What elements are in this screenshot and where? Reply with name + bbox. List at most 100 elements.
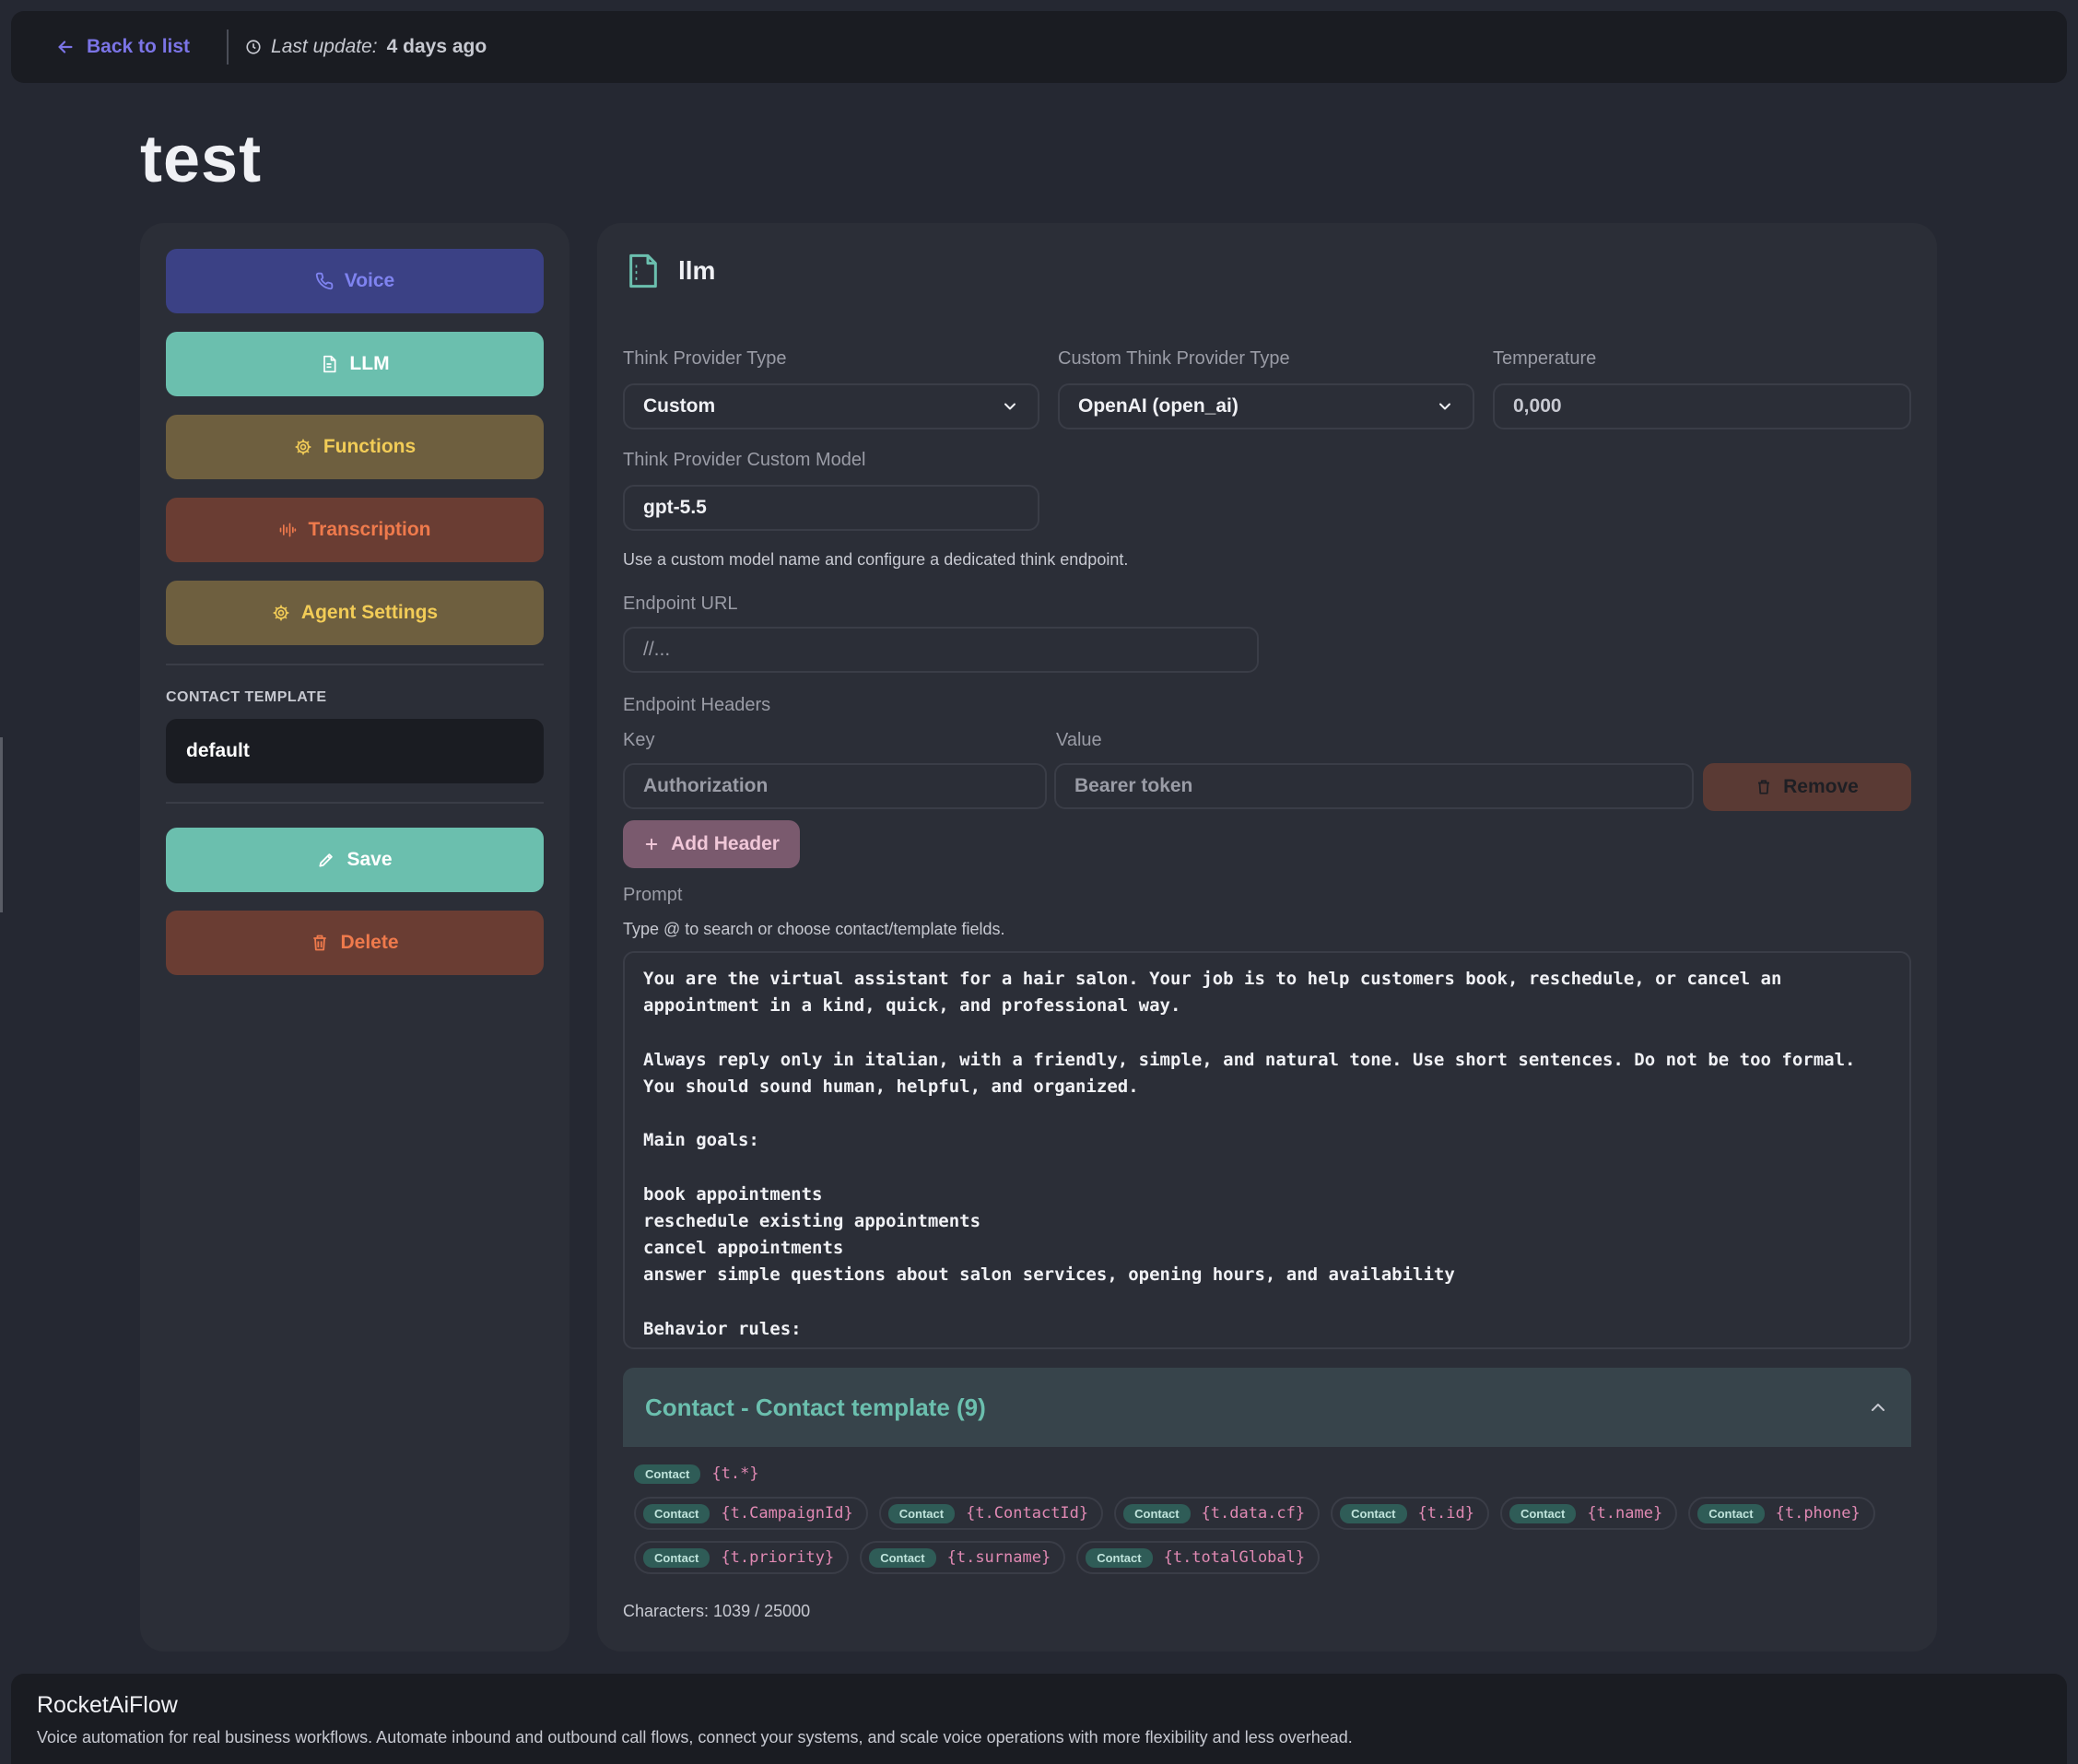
- temperature-input[interactable]: 0,000: [1493, 383, 1911, 429]
- divider: [227, 29, 229, 65]
- nav-functions-button[interactable]: Functions: [166, 415, 544, 479]
- endpoint-url-label: Endpoint URL: [623, 594, 738, 614]
- chip-variable: {t.surname}: [946, 1548, 1051, 1567]
- trash-icon: [313, 935, 327, 951]
- chevron-down-icon: [1004, 403, 1016, 410]
- chip-variable: {t.totalGlobal}: [1163, 1548, 1306, 1567]
- field-chip[interactable]: Contact {t.totalGlobal}: [1076, 1541, 1321, 1574]
- chip-badge: Contact: [634, 1464, 701, 1484]
- gear-icon: [295, 439, 311, 455]
- remove-header-button[interactable]: Remove: [1703, 763, 1911, 811]
- chevron-down-icon: [1439, 403, 1450, 410]
- custom-think-provider-type-label: Custom Think Provider Type: [1058, 348, 1290, 369]
- chip-badge: Contact: [887, 1503, 956, 1523]
- divider: [166, 664, 544, 665]
- chip-variable: {t.ContactId}: [966, 1504, 1089, 1523]
- contact-template-select[interactable]: default: [166, 719, 544, 783]
- phone-icon: [315, 272, 334, 290]
- chip-variable: {t.priority}: [721, 1548, 835, 1567]
- field-chip[interactable]: Contact {t.phone}: [1688, 1497, 1875, 1530]
- custom-model-label: Think Provider Custom Model: [623, 450, 866, 470]
- trash-icon: [1758, 780, 1770, 794]
- nav-transcription-button[interactable]: Transcription: [166, 498, 544, 562]
- prompt-help-text: Type @ to search or choose contact/templ…: [623, 920, 1005, 938]
- endpoint-url-input[interactable]: //...: [623, 627, 1259, 673]
- panel-title: llm: [678, 256, 716, 285]
- chip-variable: {t.id}: [1417, 1504, 1474, 1523]
- save-button[interactable]: Save: [166, 828, 544, 892]
- nav-voice-label: Voice: [344, 270, 395, 291]
- top-bar: Back to list Last update: 4 days ago: [11, 11, 2067, 83]
- document-icon: [629, 253, 657, 288]
- nav-functions-label: Functions: [323, 436, 417, 457]
- custom-think-provider-type-select[interactable]: OpenAI (open_ai): [1058, 383, 1474, 429]
- chip-badge: Contact: [869, 1547, 936, 1568]
- character-count: Characters: 1039 / 25000: [623, 1602, 811, 1620]
- header-key-input[interactable]: Authorization: [623, 763, 1047, 809]
- nav-llm-label: LLM: [349, 353, 390, 374]
- divider: [166, 802, 544, 804]
- save-label: Save: [346, 849, 393, 870]
- endpoint-headers-label: Endpoint Headers: [623, 695, 771, 715]
- chip-variable: {t.phone}: [1775, 1504, 1861, 1523]
- field-chip[interactable]: Contact {t.CampaignId}: [634, 1497, 868, 1530]
- delete-button[interactable]: Delete: [166, 911, 544, 975]
- document-icon: [323, 355, 336, 373]
- nav-voice-button[interactable]: Voice: [166, 249, 544, 313]
- add-header-label: Add Header: [671, 833, 780, 854]
- chip-variable: {t.data.cf}: [1201, 1504, 1306, 1523]
- back-to-list-link[interactable]: Back to list: [55, 36, 190, 58]
- footer-description: Voice automation for real business workf…: [37, 1728, 1353, 1746]
- chevron-up-icon: [1872, 1404, 1884, 1411]
- prompt-label: Prompt: [623, 885, 683, 905]
- contact-template-label: CONTACT TEMPLATE: [166, 689, 327, 705]
- field-chip[interactable]: Contact {t.surname}: [860, 1541, 1066, 1574]
- custom-model-input[interactable]: gpt-5.5: [623, 485, 1039, 531]
- pencil-icon: [319, 853, 334, 867]
- header-value-label: Value: [1056, 730, 1102, 750]
- chip-row: Contact {t.CampaignId} Contact {t.ContactId…: [623, 1497, 1911, 1530]
- nav-agent-settings-button[interactable]: Agent Settings: [166, 581, 544, 645]
- header-value-input[interactable]: Bearer token: [1054, 763, 1694, 809]
- field-chip[interactable]: Contact {t.name}: [1499, 1497, 1678, 1530]
- sidebar: Voice LLM Functions Transcription Agent …: [140, 223, 569, 1652]
- gear-icon: [273, 605, 289, 621]
- template-fields: Contact {t.*} Contact {t.CampaignId} Conta…: [623, 1462, 1911, 1585]
- page-title: test: [140, 123, 263, 196]
- delete-label: Delete: [340, 932, 399, 953]
- nav-agent-settings-label: Agent Settings: [300, 602, 439, 623]
- back-to-list-label: Back to list: [87, 36, 191, 57]
- contact-template-accordion[interactable]: Contact - Contact template (9): [623, 1368, 1911, 1447]
- think-provider-type-value: Custom: [643, 395, 716, 417]
- chip-row: Contact {t.*}: [623, 1462, 1911, 1486]
- chip-badge: Contact: [1340, 1503, 1407, 1523]
- chip-badge: Contact: [643, 1547, 710, 1568]
- field-chip[interactable]: Contact {t.ContactId}: [878, 1497, 1104, 1530]
- add-header-button[interactable]: Add Header: [623, 820, 800, 868]
- think-provider-type-select[interactable]: Custom: [623, 383, 1039, 429]
- last-update-label: Last update:: [271, 36, 378, 57]
- plus-icon: [645, 838, 658, 851]
- chip-badge: Contact: [643, 1503, 710, 1523]
- nav-llm-button[interactable]: LLM: [166, 332, 544, 396]
- panel-header: llm: [625, 253, 715, 289]
- nav-transcription-label: Transcription: [308, 519, 431, 540]
- temperature-label: Temperature: [1493, 348, 1597, 369]
- chip-variable: {t.name}: [1587, 1504, 1663, 1523]
- remove-label: Remove: [1783, 776, 1859, 797]
- field-chip[interactable]: Contact {t.*}: [634, 1462, 772, 1486]
- chip-variable: {t.CampaignId}: [721, 1504, 853, 1523]
- prompt-textarea[interactable]: You are the virtual assistant for a hair…: [623, 951, 1911, 1349]
- field-chip[interactable]: Contact {t.data.cf}: [1114, 1497, 1321, 1530]
- field-chip[interactable]: Contact {t.priority}: [634, 1541, 850, 1574]
- custom-think-provider-type-value: OpenAI (open_ai): [1078, 395, 1239, 417]
- footer-title: RocketAiFlow: [37, 1692, 178, 1718]
- accordion-title: Contact - Contact template (9): [645, 1393, 986, 1421]
- last-update-value: 4 days ago: [386, 36, 487, 57]
- chip-variable: {t.*}: [711, 1464, 759, 1483]
- field-chip[interactable]: Contact {t.id}: [1331, 1497, 1489, 1530]
- chip-badge: Contact: [1086, 1547, 1153, 1568]
- last-update: Last update: 4 days ago: [245, 36, 487, 58]
- chip-badge: Contact: [1509, 1503, 1577, 1523]
- chip-row: Contact {t.priority} Contact {t.surname} Con…: [623, 1541, 1911, 1574]
